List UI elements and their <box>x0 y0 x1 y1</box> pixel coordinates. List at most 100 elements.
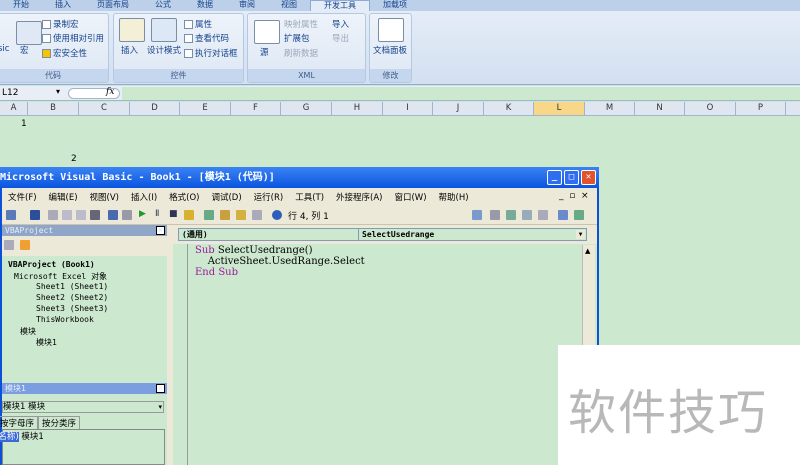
column-header-a[interactable]: A <box>0 102 28 115</box>
menu-item-3[interactable]: 插入(I) <box>125 191 163 203</box>
column-header-l[interactable]: L <box>534 102 585 115</box>
column-header-c[interactable]: C <box>79 102 130 115</box>
save-icon[interactable] <box>30 210 40 220</box>
edit-toolbar-icon-2[interactable] <box>490 210 500 220</box>
export-button[interactable]: 导出 <box>332 32 349 44</box>
edit-toolbar-icon-3[interactable] <box>506 210 516 220</box>
edit-toolbar-icon-4[interactable] <box>522 210 532 220</box>
tab-addins[interactable]: 加载项 <box>370 0 420 11</box>
tab-alphabetic[interactable]: 按字母序 <box>0 416 39 429</box>
menu-item-7[interactable]: 工具(T) <box>289 191 330 203</box>
scroll-up-icon[interactable]: ▲ <box>585 247 590 255</box>
outdent-icon[interactable] <box>574 210 584 220</box>
code-editor[interactable]: Sub SelectUsedrange() ActiveSheet.UsedRa… <box>195 245 365 278</box>
column-header-m[interactable]: M <box>585 102 635 115</box>
minimize-button[interactable]: _ <box>547 170 562 185</box>
tree-sheet2[interactable]: Sheet2 (Sheet2) <box>36 293 108 302</box>
column-header-b[interactable]: B <box>28 102 79 115</box>
tree-sheet1[interactable]: Sheet1 (Sheet1) <box>36 282 108 291</box>
fx-button[interactable]: fx <box>106 87 114 97</box>
expansion-packs-button[interactable]: 扩展包 <box>284 32 310 44</box>
redo-icon[interactable] <box>122 210 132 220</box>
copy-icon[interactable] <box>62 210 72 220</box>
help-icon[interactable] <box>272 210 282 220</box>
cut-icon[interactable] <box>48 210 58 220</box>
maximize-button[interactable]: □ <box>564 170 579 185</box>
mdi-controls[interactable]: _ ▫ × <box>559 191 589 201</box>
toggle-folders-icon[interactable] <box>20 240 30 250</box>
close-button[interactable]: ✕ <box>581 170 596 185</box>
column-header-j[interactable]: J <box>433 102 484 115</box>
name-box-dropdown-icon[interactable]: ▾ <box>56 87 60 96</box>
column-header-g[interactable]: G <box>281 102 332 115</box>
close-icon[interactable]: × <box>156 226 165 235</box>
paste-icon[interactable] <box>76 210 86 220</box>
design-mode-icon-tb[interactable] <box>184 210 194 220</box>
tree-excel-objects[interactable]: Microsoft Excel 对象 <box>14 271 107 282</box>
tree-thisworkbook[interactable]: ThisWorkbook <box>36 315 94 324</box>
menu-item-0[interactable]: 文件(F) <box>2 191 43 203</box>
tab-formulas[interactable]: 公式 <box>142 0 184 11</box>
tab-view[interactable]: 视图 <box>268 0 310 11</box>
close-icon[interactable]: × <box>156 384 165 393</box>
refresh-data-button[interactable]: 刷新数据 <box>284 47 318 59</box>
column-header-n[interactable]: N <box>635 102 685 115</box>
record-macro-button[interactable]: 录制宏 <box>42 18 79 30</box>
document-panel-button[interactable]: 文档面板 <box>373 44 407 56</box>
column-header-d[interactable]: D <box>130 102 180 115</box>
properties-window-icon[interactable] <box>220 210 230 220</box>
column-header-f[interactable]: F <box>231 102 281 115</box>
view-code-icon[interactable] <box>4 240 14 250</box>
tree-module1[interactable]: 模块1 <box>36 337 57 348</box>
indent-icon[interactable] <box>558 210 568 220</box>
column-header-h[interactable]: H <box>332 102 383 115</box>
menu-item-2[interactable]: 视图(V) <box>84 191 125 203</box>
tree-root[interactable]: VBAProject (Book1) <box>8 260 95 269</box>
properties-button[interactable]: 属性 <box>184 18 212 30</box>
property-name-value[interactable]: 模块1 <box>21 432 43 442</box>
column-header-i[interactable]: I <box>383 102 433 115</box>
source-button[interactable]: 源 <box>260 46 269 58</box>
project-explorer-icon[interactable] <box>204 210 214 220</box>
tree-sheet3[interactable]: Sheet3 (Sheet3) <box>36 304 108 313</box>
cell-a1[interactable]: 1 <box>21 119 27 129</box>
relative-ref-button[interactable]: 使用相对引用 <box>42 32 104 44</box>
run-dialog-button[interactable]: 执行对话框 <box>184 47 238 59</box>
pause-icon[interactable]: Ⅱ <box>155 209 159 219</box>
stop-icon[interactable]: ■ <box>169 209 178 219</box>
menu-item-10[interactable]: 帮助(H) <box>433 191 475 203</box>
column-header-o[interactable]: O <box>685 102 736 115</box>
menu-item-9[interactable]: 窗口(W) <box>388 191 432 203</box>
tab-developer[interactable]: 开发工具 <box>310 0 370 11</box>
object-browser-icon[interactable] <box>236 210 246 220</box>
column-header-e[interactable]: E <box>180 102 231 115</box>
tree-modules[interactable]: 模块 <box>20 326 36 337</box>
cell-b2[interactable]: 2 <box>71 154 77 164</box>
tab-data[interactable]: 数据 <box>184 0 226 11</box>
tab-home[interactable]: 开始 <box>0 0 42 11</box>
tab-page-layout[interactable]: 页面布局 <box>84 0 142 11</box>
undo-icon[interactable] <box>108 210 118 220</box>
object-dropdown[interactable]: 模块1 模块 ▾ <box>2 401 164 413</box>
name-box[interactable]: L12 <box>2 88 18 98</box>
column-header-k[interactable]: K <box>484 102 534 115</box>
import-button[interactable]: 导入 <box>332 18 349 30</box>
map-properties-button[interactable]: 映射属性 <box>284 18 318 30</box>
column-header-p[interactable]: P <box>736 102 786 115</box>
menu-item-5[interactable]: 调试(D) <box>205 191 247 203</box>
macro-security-button[interactable]: 宏安全性 <box>42 47 87 59</box>
menu-item-8[interactable]: 外接程序(A) <box>330 191 388 203</box>
run-icon[interactable]: ▶ <box>139 209 146 219</box>
tab-insert[interactable]: 插入 <box>42 0 84 11</box>
edit-toolbar-icon-1[interactable] <box>472 210 482 220</box>
macros-button[interactable]: 宏 <box>20 44 29 56</box>
insert-control-button[interactable]: 插入 <box>121 44 138 56</box>
excel-view-icon[interactable] <box>6 210 16 220</box>
menu-item-4[interactable]: 格式(O) <box>163 191 205 203</box>
object-combo[interactable]: (通用)▼ <box>178 228 378 241</box>
design-mode-button[interactable]: 设计模式 <box>147 44 181 56</box>
tab-review[interactable]: 审阅 <box>226 0 268 11</box>
tab-categorized[interactable]: 按分类序 <box>38 416 81 429</box>
find-icon[interactable] <box>90 210 100 220</box>
menu-item-6[interactable]: 运行(R) <box>248 191 290 203</box>
